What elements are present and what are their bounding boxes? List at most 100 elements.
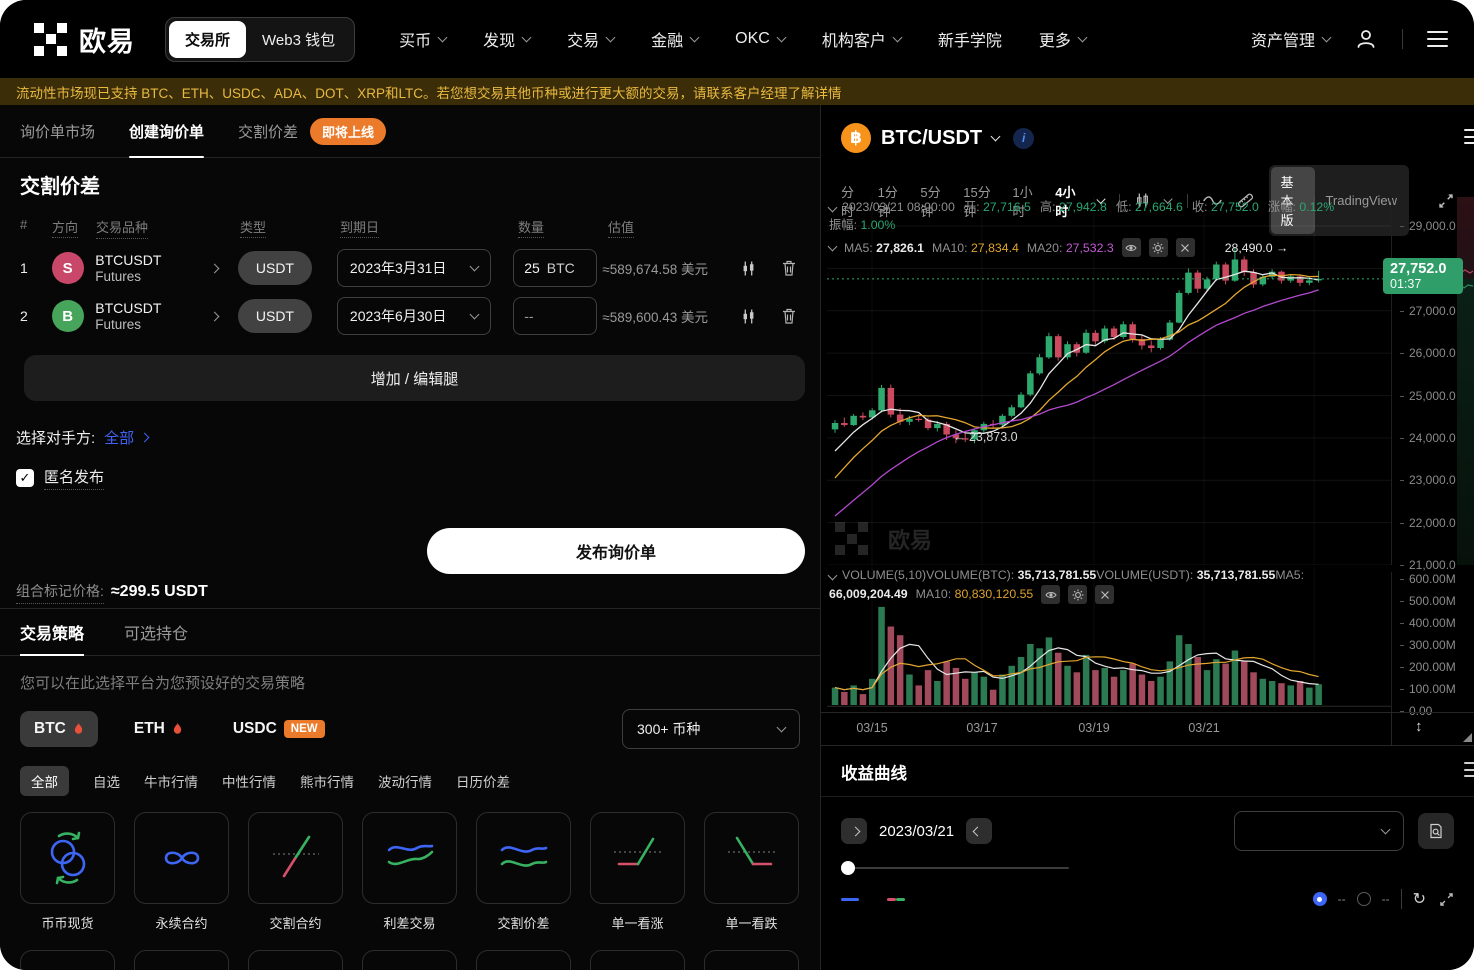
- counterparty-select[interactable]: 全部: [104, 427, 148, 448]
- strategy-card[interactable]: [248, 950, 343, 970]
- chip-bull-market[interactable]: 牛市行情: [144, 771, 198, 791]
- tab-rfq-market[interactable]: 询价单市场: [20, 105, 95, 157]
- chip-bear-market[interactable]: 熊市行情: [300, 771, 354, 791]
- menu-item-academy[interactable]: 新手学院: [938, 27, 1002, 51]
- resize-corner-icon[interactable]: [1463, 733, 1472, 742]
- col-value: 估值: [608, 217, 748, 239]
- account-icon[interactable]: [1354, 27, 1378, 51]
- chip-volatile-market[interactable]: 波动行情: [378, 771, 432, 791]
- strategy-card-spot[interactable]: 币币现货: [20, 812, 115, 932]
- scale-adjust-icon[interactable]: ↕: [1415, 718, 1423, 735]
- slider-thumb[interactable]: [841, 861, 855, 875]
- close-icon[interactable]: [1176, 238, 1195, 257]
- eye-icon[interactable]: [1041, 585, 1060, 604]
- coin-filter-btc[interactable]: BTC: [20, 711, 98, 747]
- margin-type-pill[interactable]: USDT: [238, 299, 312, 333]
- profit-header: 收益曲线: [821, 746, 1474, 797]
- publish-rfq-button[interactable]: 发布询价单: [427, 528, 805, 574]
- next-date-button[interactable]: [966, 818, 992, 844]
- close-icon[interactable]: [1095, 585, 1114, 604]
- menu-item-trade[interactable]: 交易: [567, 27, 614, 51]
- quantity-input[interactable]: 25BTC: [513, 249, 597, 287]
- add-edit-leg-button[interactable]: 增加 / 编辑腿: [24, 355, 805, 401]
- section-menu-icon[interactable]: [1464, 762, 1474, 777]
- volume-axis[interactable]: 600.00M 500.00M 400.00M 300.00M 200.00M …: [1391, 572, 1457, 712]
- margin-type-pill[interactable]: USDT: [238, 251, 312, 285]
- instrument-cell[interactable]: BTCUSDTFutures: [95, 252, 238, 284]
- chevron-right-icon: [140, 433, 150, 443]
- refresh-icon[interactable]: ↻: [1413, 889, 1426, 909]
- leg-index: 2: [20, 308, 52, 324]
- quantity-input[interactable]: --: [513, 297, 597, 335]
- collapse-icon[interactable]: [828, 203, 838, 213]
- price-chart[interactable]: 29,000.0 28,000.0 27,000.0 26,000.0 25,0…: [821, 192, 1474, 745]
- menu-item-institutional[interactable]: 机构客户: [822, 27, 901, 51]
- chevron-down-icon: [606, 33, 616, 43]
- gear-icon[interactable]: [1068, 585, 1087, 604]
- price-tick: 24,000.0: [1400, 431, 1456, 445]
- toggle-exchange[interactable]: 交易所: [169, 21, 246, 58]
- profit-select[interactable]: [1234, 811, 1404, 851]
- slider-track[interactable]: [841, 867, 1069, 869]
- strategy-card[interactable]: [362, 950, 457, 970]
- chip-neutral-market[interactable]: 中性行情: [222, 771, 276, 791]
- prev-date-button[interactable]: [841, 818, 867, 844]
- menu-item-more[interactable]: 更多: [1039, 27, 1086, 51]
- strategy-card[interactable]: [590, 950, 685, 970]
- strategy-card-futures[interactable]: 交割合约: [248, 812, 343, 932]
- candle-chart-icon[interactable]: [741, 261, 756, 276]
- collapse-icon[interactable]: [828, 571, 838, 581]
- collapse-icon[interactable]: [828, 241, 838, 251]
- menu-item-assets[interactable]: 资产管理: [1251, 27, 1330, 51]
- coin-filter-usdc[interactable]: USDCNEW: [219, 711, 339, 747]
- toggle-web3-wallet[interactable]: Web3 钱包: [246, 21, 351, 58]
- strategy-card-carry[interactable]: 利差交易: [362, 812, 457, 932]
- strategy-card[interactable]: [134, 950, 229, 970]
- instrument-cell[interactable]: BTCUSDTFutures: [95, 300, 238, 332]
- coin-filter-eth[interactable]: ETH: [120, 711, 197, 747]
- tab-optional-positions[interactable]: 可选持仓: [124, 609, 188, 655]
- chevron-down-icon: [1381, 825, 1391, 835]
- strategy-card[interactable]: [20, 950, 115, 970]
- radio-unselected[interactable]: [1357, 892, 1371, 906]
- order-search-button[interactable]: [1418, 813, 1454, 849]
- gear-icon[interactable]: [1149, 238, 1168, 257]
- chip-calendar-spread[interactable]: 日历价差: [456, 771, 510, 791]
- radio-selected[interactable]: [1313, 892, 1327, 906]
- strategy-card-single-put[interactable]: 单一看跌: [704, 812, 799, 932]
- anonymous-checkbox[interactable]: ✓: [16, 469, 34, 487]
- chip-all[interactable]: 全部: [20, 766, 69, 796]
- strategy-description: 您可以在此选择平台为您预设好的交易策略: [20, 672, 800, 693]
- strategy-card[interactable]: [704, 950, 799, 970]
- panel-menu-icon[interactable]: [1464, 129, 1474, 144]
- strategy-card[interactable]: [476, 950, 571, 970]
- menu-item-discover[interactable]: 发现: [483, 27, 530, 51]
- announcement-banner[interactable]: 流动性市场现已支持 BTC、ETH、USDC、ADA、DOT、XRP和LTC。若…: [0, 78, 1474, 105]
- price-tick: 26,000.0: [1400, 346, 1456, 360]
- date-slider[interactable]: [841, 861, 1069, 875]
- info-icon[interactable]: i: [1013, 128, 1034, 149]
- tab-create-rfq[interactable]: 创建询价单: [129, 105, 204, 157]
- strategy-card-single-call[interactable]: 单一看涨: [590, 812, 685, 932]
- expiry-select[interactable]: 2023年3月31日: [337, 249, 491, 287]
- chip-favorites[interactable]: 自选: [93, 771, 120, 791]
- strategy-card-perpetual[interactable]: 永续合约: [134, 812, 229, 932]
- volume-tick: 300.00M: [1400, 638, 1456, 652]
- delete-leg-icon[interactable]: [782, 308, 796, 324]
- tab-delivery-spread[interactable]: 交割价差即将上线: [238, 105, 386, 157]
- price-axis[interactable]: 29,000.0 28,000.0 27,000.0 26,000.0 25,0…: [1391, 197, 1457, 565]
- eye-icon[interactable]: [1122, 238, 1141, 257]
- fullscreen-icon[interactable]: [1439, 892, 1454, 907]
- hamburger-menu-icon[interactable]: [1427, 31, 1448, 47]
- menu-item-buy[interactable]: 买币: [399, 27, 446, 51]
- tab-trading-strategy[interactable]: 交易策略: [20, 609, 84, 655]
- coin-count-select[interactable]: 300+ 币种: [622, 709, 800, 749]
- menu-item-okc[interactable]: OKC: [735, 30, 785, 48]
- time-axis[interactable]: 03/15 03/17 03/19 03/21 ↕: [821, 712, 1474, 745]
- menu-item-finance[interactable]: 金融: [651, 27, 698, 51]
- delete-leg-icon[interactable]: [782, 260, 796, 276]
- chevron-down-icon[interactable]: [991, 132, 1001, 142]
- candle-chart-icon[interactable]: [741, 309, 756, 324]
- expiry-select[interactable]: 2023年6月30日: [337, 297, 491, 335]
- strategy-card-delivery-spread[interactable]: 交割价差: [476, 812, 571, 932]
